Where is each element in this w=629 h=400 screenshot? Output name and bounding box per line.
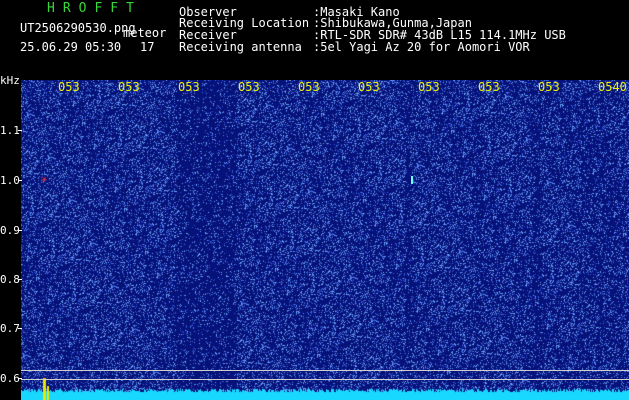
reference-line bbox=[21, 370, 629, 371]
event-type: meteor bbox=[123, 26, 167, 40]
y-tick-label: 0.6 bbox=[0, 372, 20, 385]
x-tick-label: 053 bbox=[418, 80, 440, 94]
y-tick-mark bbox=[18, 279, 22, 280]
antenna-value: :5el Yagi Az 20 for Aomori VOR bbox=[313, 40, 530, 54]
y-tick-mark bbox=[18, 130, 22, 131]
app-brand: HROFFT bbox=[47, 1, 142, 16]
x-tick-label: 053 bbox=[538, 80, 560, 94]
x-tick-label: 053 bbox=[58, 80, 80, 94]
spectrogram-canvas bbox=[21, 80, 629, 400]
y-tick-mark bbox=[18, 328, 22, 329]
y-tick-label: 1.1 bbox=[0, 124, 20, 137]
signal-trace bbox=[411, 176, 413, 184]
y-tick-label: 1.0 bbox=[0, 174, 20, 187]
x-tick-label: 053 bbox=[238, 80, 260, 94]
y-tick-label: 0.8 bbox=[0, 273, 20, 286]
file-name: UT2506290530.png bbox=[20, 21, 136, 35]
spectrogram bbox=[21, 80, 629, 400]
meteor-echo-marker: ✳ bbox=[41, 174, 48, 185]
x-tick-label: 053 bbox=[358, 80, 380, 94]
y-tick-mark bbox=[18, 180, 22, 181]
reference-line bbox=[21, 379, 629, 380]
x-tick-label: 053 bbox=[178, 80, 200, 94]
x-tick-label: 053 bbox=[118, 80, 140, 94]
x-tick-label: 053 bbox=[298, 80, 320, 94]
y-tick-mark bbox=[18, 230, 22, 231]
x-tick-label: 0540 bbox=[598, 80, 627, 94]
y-tick-label: 0.9 bbox=[0, 224, 20, 237]
antenna-label: Receiving antenna bbox=[179, 40, 302, 54]
event-count: 17 bbox=[140, 40, 155, 54]
date-time: 25.06.29 05:30 bbox=[20, 40, 122, 54]
y-tick-mark bbox=[18, 378, 22, 379]
y-axis-unit: kHz bbox=[0, 74, 20, 87]
y-tick-label: 0.7 bbox=[0, 322, 20, 335]
x-tick-label: 053 bbox=[478, 80, 500, 94]
